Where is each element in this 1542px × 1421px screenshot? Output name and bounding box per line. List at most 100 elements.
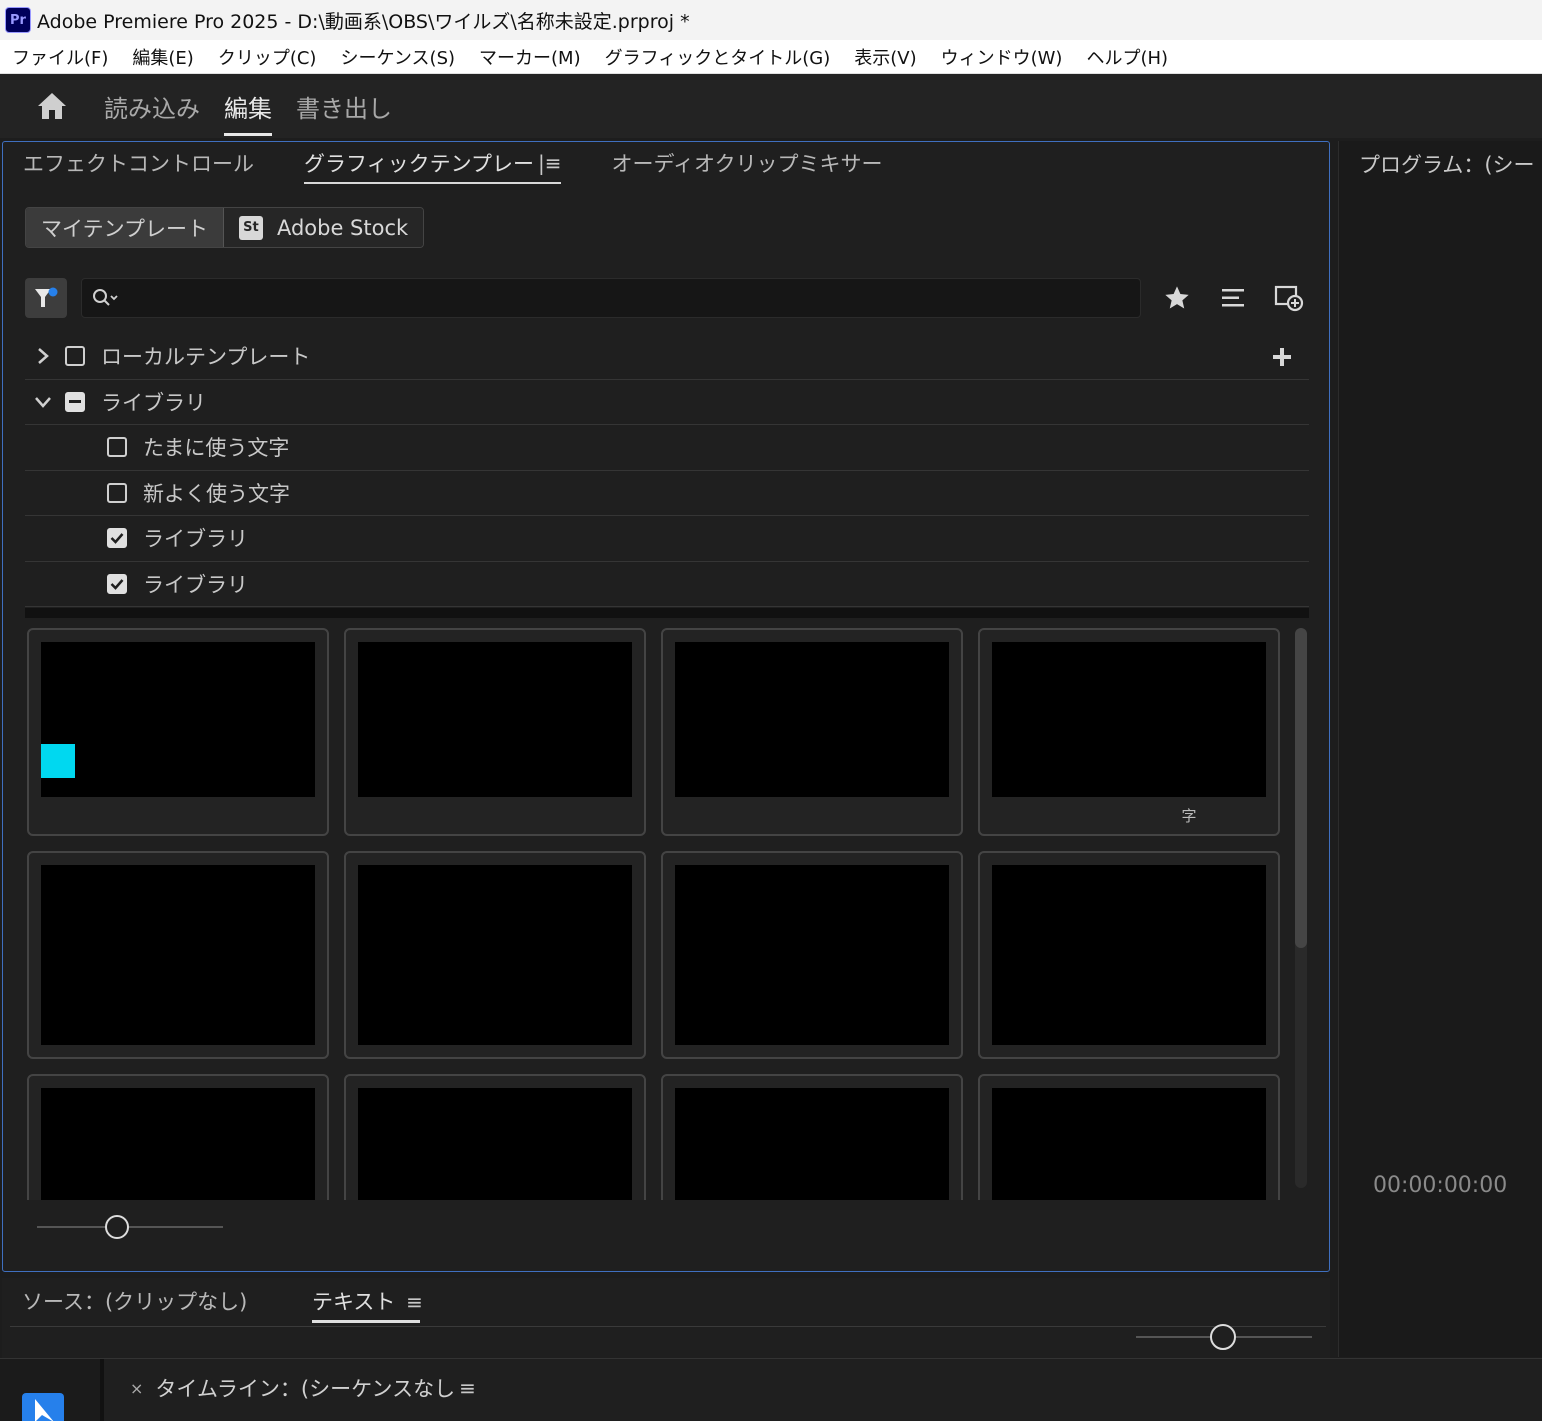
template-thumbnail[interactable] [978, 1074, 1280, 1200]
tab-graphics-templates[interactable]: グラフィックテンプレー |≡ [304, 142, 562, 184]
thumbnail-preview [992, 865, 1266, 1045]
checkbox-local-templates[interactable] [65, 346, 85, 367]
tab-audio-clip-mixer-label: オーディオクリップミキサー [611, 152, 883, 176]
sort-list-icon [1222, 289, 1244, 307]
tab-effect-controls[interactable]: エフェクトコントロール [23, 142, 254, 184]
panel-divider [10, 1326, 1326, 1327]
tree-row-child[interactable]: ライブラリ [25, 516, 1309, 562]
close-icon[interactable]: × [130, 1379, 143, 1398]
thumbnail-preview [358, 642, 632, 797]
selection-arrow-icon [35, 1399, 54, 1421]
sort-button[interactable] [1217, 282, 1249, 314]
thumbnail-preview [41, 1088, 315, 1200]
template-thumbnail[interactable] [27, 628, 329, 836]
checkbox-child[interactable] [107, 482, 127, 503]
tools-panel [0, 1359, 104, 1421]
template-thumbnail[interactable] [978, 851, 1280, 1059]
chevron-right-icon[interactable] [33, 346, 53, 366]
adobe-stock-icon: St [238, 215, 263, 240]
menu-view[interactable]: 表示(V) [854, 44, 916, 70]
tree-row-library[interactable]: ライブラリ [25, 380, 1309, 425]
template-thumbnail[interactable] [27, 851, 329, 1059]
panel-menu-icon[interactable]: ≡ [406, 1290, 423, 1314]
template-thumbnail[interactable] [27, 1074, 329, 1200]
panel-divider [25, 608, 1309, 618]
adobe-stock-label: Adobe Stock [276, 215, 409, 240]
essential-graphics-panel: エフェクトコントロール グラフィックテンプレー |≡ オーディオクリップミキサー… [2, 141, 1330, 1272]
menu-clip[interactable]: クリップ(C) [218, 44, 317, 70]
template-thumbnail[interactable] [661, 1074, 963, 1200]
menu-marker[interactable]: マーカー(M) [479, 44, 581, 70]
active-tab-underline [312, 1320, 420, 1323]
thumbnail-preview [992, 1088, 1266, 1200]
template-thumbnail[interactable] [661, 851, 963, 1059]
slider-knob[interactable] [1210, 1324, 1236, 1350]
menu-edit[interactable]: 編集(E) [132, 44, 193, 70]
source-panel: ソース：(クリップなし) テキスト ≡ [2, 1278, 1330, 1358]
checkbox-child-checked[interactable] [107, 573, 127, 594]
slider-knob[interactable] [105, 1215, 129, 1239]
tab-timeline[interactable]: × タイムライン：(シーケンスなし ≡ [130, 1373, 476, 1403]
filter-button[interactable] [25, 278, 67, 318]
grid-scrollbar[interactable] [1295, 628, 1307, 1188]
template-thumbnail[interactable] [661, 628, 963, 836]
source-zoom-slider[interactable] [1136, 1322, 1312, 1352]
checkbox-child-checked[interactable] [107, 528, 127, 549]
thumbnail-size-slider[interactable] [37, 1212, 223, 1242]
tree-row-child[interactable]: ライブラリ [25, 562, 1309, 607]
thumbnail-preview [358, 1088, 632, 1200]
menu-window[interactable]: ウィンドウ(W) [941, 44, 1063, 70]
add-icon[interactable] [1271, 346, 1293, 368]
new-template-button[interactable] [1273, 282, 1305, 314]
slider-track [37, 1226, 223, 1228]
search-input[interactable] [128, 287, 1140, 309]
template-thumbnail[interactable] [344, 628, 646, 836]
tree-row-child[interactable]: たまに使う文字 [25, 425, 1309, 471]
search-icon [93, 289, 118, 306]
menu-help[interactable]: ヘルプ(H) [1086, 44, 1168, 70]
bottom-panels: × タイムライン：(シーケンスなし ≡ [0, 1358, 1542, 1421]
chevron-down-icon[interactable] [33, 392, 53, 412]
thumbnail-preview [992, 642, 1266, 797]
menu-sequence[interactable]: シーケンス(S) [340, 44, 455, 70]
title-bar: Pr Adobe Premiere Pro 2025 - D:\動画系\OBS\… [0, 0, 1542, 40]
adobe-stock-button[interactable]: St Adobe Stock [223, 208, 424, 247]
workspace-tab-export[interactable]: 書き出し [296, 74, 392, 138]
thumbnail-preview [675, 642, 949, 797]
template-thumbnail[interactable]: 字 [978, 628, 1280, 836]
template-thumbnail[interactable] [344, 851, 646, 1059]
workspace-tab-import[interactable]: 読み込み [104, 74, 200, 138]
tab-audio-clip-mixer[interactable]: オーディオクリップミキサー [611, 142, 882, 184]
tab-text[interactable]: テキスト ≡ [312, 1286, 423, 1316]
my-templates-button[interactable]: マイテンプレート [26, 208, 224, 247]
workspace-tab-edit[interactable]: 編集 [224, 74, 272, 138]
tree-label-child: ライブラリ [143, 527, 248, 552]
tree-label-local-templates: ローカルテンプレート [101, 345, 311, 370]
home-icon[interactable] [36, 90, 68, 122]
search-field[interactable] [81, 278, 1141, 318]
tab-source[interactable]: ソース：(クリップなし) [22, 1286, 247, 1316]
favorites-button[interactable] [1161, 282, 1193, 314]
menu-file[interactable]: ファイル(F) [12, 44, 108, 70]
menu-graphics-titles[interactable]: グラフィックとタイトル(G) [605, 44, 831, 70]
panel-tab-bar: エフェクトコントロール グラフィックテンプレー |≡ オーディオクリップミキサー [3, 142, 1329, 184]
tab-graphics-templates-label: グラフィックテンプレー [304, 152, 534, 176]
program-timecode[interactable]: 00:00:00:00 [1373, 1173, 1507, 1198]
tree-label-child: ライブラリ [143, 572, 248, 597]
tree-row-child[interactable]: 新よく使う文字 [25, 471, 1309, 516]
selection-tool-button[interactable] [22, 1393, 64, 1421]
scrollbar-thumb[interactable] [1295, 628, 1307, 948]
tree-label-library: ライブラリ [101, 390, 206, 415]
program-monitor-panel: プログラム：(シー 00:00:00:00 [1338, 141, 1542, 1357]
panel-menu-icon[interactable]: ≡ [459, 1376, 476, 1400]
tree-row-local-templates[interactable]: ローカルテンプレート [25, 334, 1309, 380]
thumbnail-preview [358, 865, 632, 1045]
tree-label-child: たまに使う文字 [143, 436, 290, 461]
program-monitor-title[interactable]: プログラム：(シー [1359, 149, 1535, 179]
panel-menu-icon[interactable]: |≡ [538, 151, 562, 175]
template-thumbnail[interactable] [344, 1074, 646, 1200]
thumbnail-preview [675, 865, 949, 1045]
checkbox-child[interactable] [107, 437, 127, 458]
checkbox-library-mixed[interactable] [65, 391, 85, 412]
menu-bar: ファイル(F) 編集(E) クリップ(C) シーケンス(S) マーカー(M) グ… [0, 40, 1542, 74]
